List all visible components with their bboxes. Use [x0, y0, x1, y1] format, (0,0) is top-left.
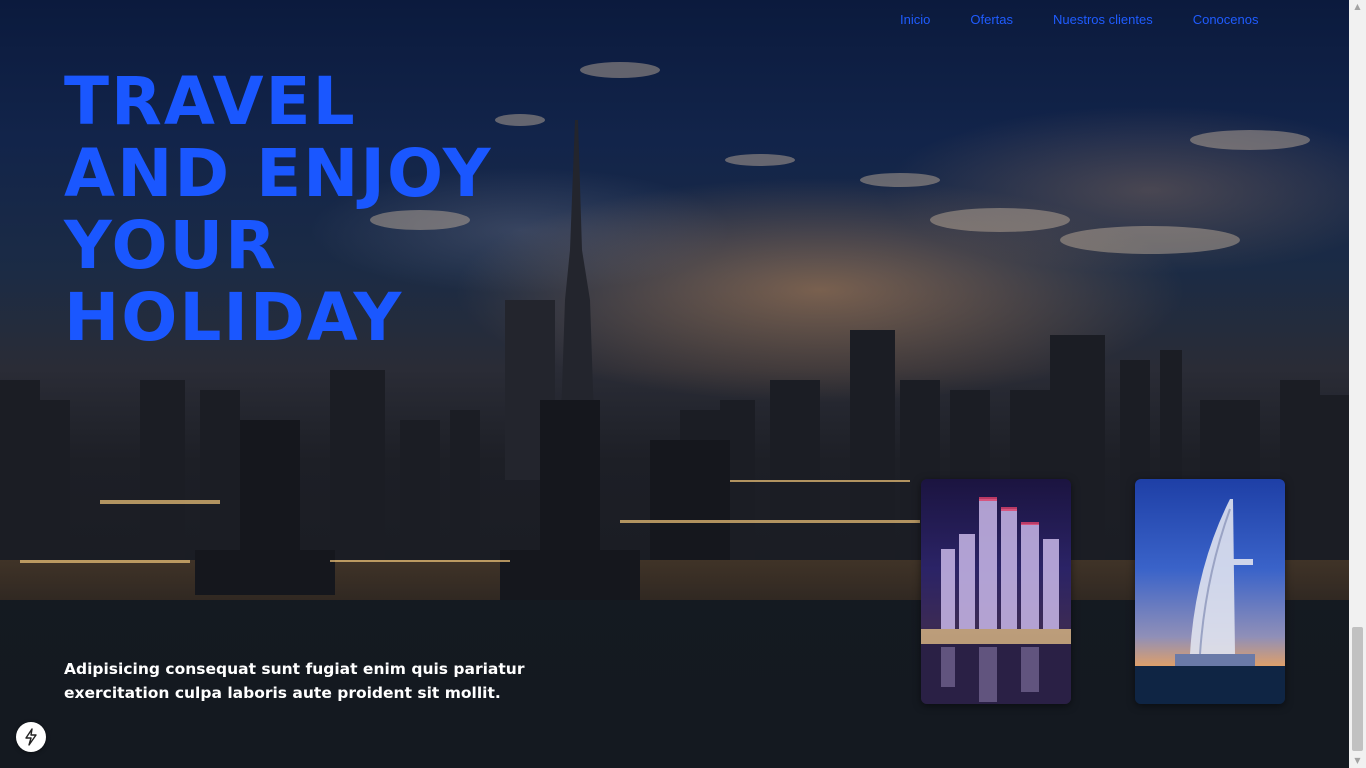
- nav-link-ofertas[interactable]: Ofertas: [950, 12, 1033, 28]
- burj-al-arab-photo-card: [1135, 479, 1285, 704]
- dubai-marina-photo-card: [921, 479, 1071, 704]
- headline-line: TRAVEL: [64, 63, 357, 140]
- hero-tagline: Adipisicing consequat sunt fugiat enim q…: [64, 660, 525, 702]
- landing-page: Inicio Ofertas Nuestros clientes Conocen…: [0, 0, 1366, 768]
- hero-headline: TRAVEL AND ENJOY YOUR HOLIDAY: [64, 66, 624, 354]
- top-navigation: Inicio Ofertas Nuestros clientes Conocen…: [880, 12, 1278, 28]
- nav-link-conocenos[interactable]: Conocenos: [1173, 12, 1279, 28]
- scroll-up-arrow-icon[interactable]: ▲: [1352, 2, 1363, 12]
- page-scrollbar-thumb[interactable]: [1352, 627, 1363, 751]
- burj-al-arab-photo: [1135, 499, 1285, 704]
- dubai-marina-night-photo: [921, 497, 1071, 704]
- lightning-bolt-badge[interactable]: [16, 722, 46, 752]
- headline-line: AND ENJOY: [64, 135, 493, 212]
- headline-line: YOUR: [64, 207, 278, 284]
- nav-link-inicio[interactable]: Inicio: [880, 12, 950, 28]
- headline-line: HOLIDAY: [64, 279, 404, 356]
- lightning-bolt-icon: [25, 728, 37, 746]
- nav-link-nuestros-clientes[interactable]: Nuestros clientes: [1033, 12, 1173, 28]
- scroll-down-arrow-icon[interactable]: ▼: [1352, 756, 1363, 766]
